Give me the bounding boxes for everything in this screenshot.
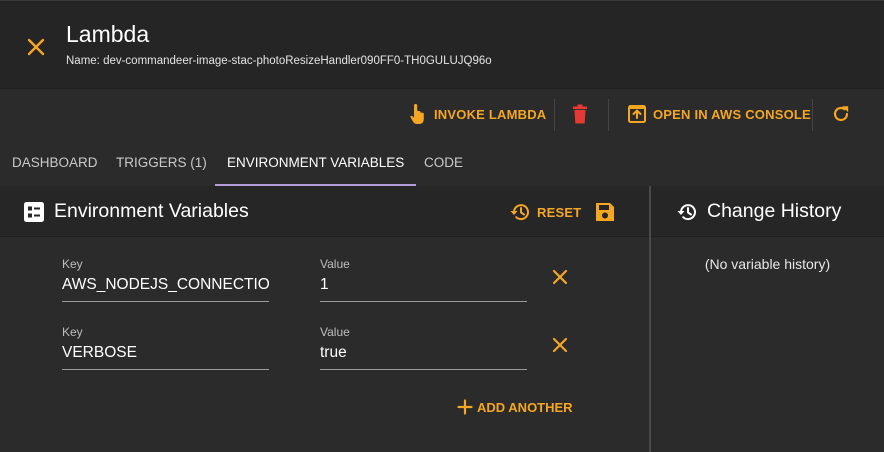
close-button[interactable] [24,35,48,59]
remove-variable-button[interactable] [548,333,572,357]
tab-environment-variables[interactable]: ENVIRONMENT VARIABLES [215,138,417,186]
save-button[interactable] [595,199,621,225]
value-input[interactable]: true [320,344,527,370]
history-icon [510,204,529,221]
open-in-aws-console-label: OPEN IN AWS CONSOLE [653,106,811,122]
close-icon [27,38,45,56]
empty-history-message: (No variable history) [704,256,831,272]
toolbar-divider [608,99,609,131]
page-title: Lambda [66,21,150,47]
list-icon [24,202,44,222]
close-icon [552,337,568,353]
key-input[interactable]: AWS_NODEJS_CONNECTION [62,276,269,302]
invoke-lambda-label: INVOKE LAMBDA [434,106,547,122]
open-in-aws-console-button[interactable]: OPEN IN AWS CONSOLE [627,101,811,127]
environment-variables-header: Environment Variables RESET [0,186,649,237]
change-history-title: Change History [707,200,842,222]
function-name: Name: dev-commandeer-image-stac-photoRes… [66,55,492,67]
touch-icon [410,104,424,124]
env-key-field[interactable]: Key VERBOSE [62,325,269,370]
env-key-field[interactable]: Key AWS_NODEJS_CONNECTION [62,257,269,302]
tab-triggers[interactable]: TRIGGERS (1) [104,138,219,186]
add-another-label: ADD ANOTHER [477,399,573,415]
action-toolbar: INVOKE LAMBDA OPEN IN AWS CONSOLE [0,88,884,138]
key-label: Key [62,257,83,271]
close-icon [552,269,568,285]
tab-bar: DASHBOARD TRIGGERS (1) ENVIRONMENT VARIA… [0,138,884,186]
toolbar-divider [812,99,813,131]
value-label: Value [320,325,350,339]
change-history-panel: Change History (No variable history) [651,186,884,452]
delete-button[interactable] [572,101,594,127]
env-value-field[interactable]: Value true [320,325,527,370]
refresh-icon [833,106,849,122]
key-label: Key [62,325,83,339]
environment-variables-title: Environment Variables [54,200,249,222]
value-input[interactable]: 1 [320,276,527,302]
app-header: Lambda Name: dev-commandeer-image-stac-p… [0,0,884,88]
add-another-button[interactable]: ADD ANOTHER [457,399,573,415]
save-icon [596,203,614,221]
refresh-button[interactable] [831,101,857,127]
trash-icon [573,104,587,124]
key-input[interactable]: VERBOSE [62,344,269,370]
open-in-new-icon [628,105,646,123]
env-value-field[interactable]: Value 1 [320,257,527,302]
reset-button[interactable]: RESET [509,199,581,225]
toolbar-divider [554,99,555,131]
reset-label: RESET [537,204,582,220]
change-history-header: Change History [651,186,884,237]
value-label: Value [320,257,350,271]
history-icon [677,204,696,221]
remove-variable-button[interactable] [548,265,572,289]
tab-code[interactable]: CODE [412,138,475,186]
invoke-lambda-button[interactable]: INVOKE LAMBDA [408,101,546,127]
environment-variables-panel: Environment Variables RESET Key AWS_NODE… [0,186,649,452]
tab-dashboard[interactable]: DASHBOARD [0,138,110,186]
plus-icon [457,399,473,415]
